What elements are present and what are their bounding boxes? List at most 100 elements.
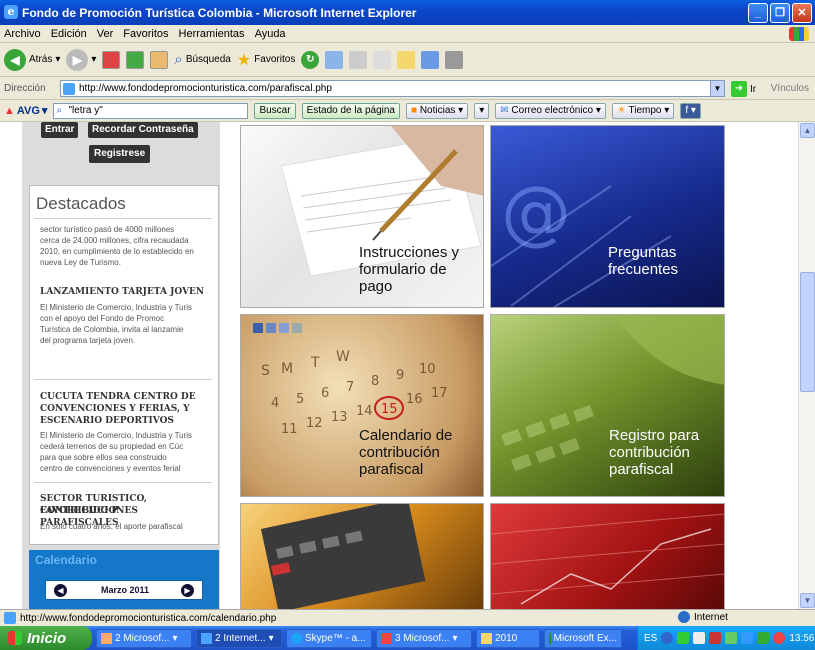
taskbar-item-internet[interactable]: 2 Internet... ▾ — [196, 628, 282, 648]
tile-instrucciones-caption: Instrucciones y formulario de pago — [359, 244, 460, 295]
svg-text:16: 16 — [406, 392, 423, 407]
tile-registro-caption: Registro para contribución parafiscal — [609, 427, 700, 478]
search-button[interactable]: ⌕ Búsqueda — [174, 51, 230, 68]
ie-icon — [201, 632, 212, 644]
noticias-button[interactable]: ■ Noticias ▾ — [405, 102, 469, 119]
rss-icon: ■ — [410, 104, 418, 116]
news-title-link[interactable]: LANZAMIENTO TARJETA JOVEN — [40, 286, 216, 298]
address-input[interactable]: http://www.fondodepromocionturistica.com… — [60, 80, 725, 97]
security-tray-icon[interactable] — [709, 632, 722, 644]
history-icon[interactable]: ↻ — [301, 50, 320, 69]
news-title-link[interactable]: ESCENARIO DEPORTIVOS — [40, 415, 216, 427]
facebook-button[interactable]: f ▾ — [680, 102, 701, 119]
skype-tray-icon[interactable] — [741, 632, 754, 644]
buscar-button[interactable]: Buscar — [254, 102, 296, 119]
news-body-line: El Ministerio de Comercio, Industria y T… — [40, 431, 193, 440]
scroll-up-icon[interactable]: ▲ — [800, 123, 815, 138]
dropdown-icon: ▾ — [41, 105, 48, 117]
mail-icon[interactable] — [325, 50, 344, 69]
messenger-tray-icon[interactable] — [725, 632, 738, 644]
home-icon[interactable] — [150, 50, 169, 69]
registrese-button[interactable]: Registrese — [89, 145, 151, 163]
address-bar: Dirección http://www.fondodepromociontur… — [0, 78, 815, 100]
network-icon[interactable] — [677, 632, 690, 644]
address-dropdown-icon[interactable]: ▼ — [710, 81, 724, 96]
links-button[interactable]: Vínculos — [771, 83, 809, 94]
svg-text:13: 13 — [331, 410, 348, 425]
tile-calendario[interactable]: SM TW 4 5 6 7 8 9 10 11 12 13 14 16 17 15 Calendario… — [240, 314, 484, 497]
svg-text:8: 8 — [371, 374, 379, 389]
messenger-icon[interactable] — [421, 50, 440, 69]
news-body-line: para que sobre ellos sea construido — [40, 453, 167, 462]
left-sidebar: Entrar Recordar Contraseña Registrese De… — [22, 122, 220, 609]
menu-ver[interactable]: Ver — [97, 28, 114, 40]
menu-herramientas[interactable]: Herramientas — [179, 28, 245, 40]
avg-logo[interactable]: ▲ AVG ▾ — [4, 104, 48, 118]
divider — [34, 218, 212, 219]
start-button[interactable]: Inicio — [0, 626, 92, 650]
calendar-widget: Calendario ◀ Marzo 2011 ▶ — [29, 550, 219, 609]
favorites-button[interactable]: ★ Favoritos — [237, 50, 295, 70]
news-title-link[interactable]: CUCUTA TENDRA CENTRO DE — [40, 391, 216, 403]
vertical-scrollbar[interactable]: ▲ ▼ — [798, 122, 815, 609]
research-icon[interactable] — [445, 50, 464, 69]
forward-button[interactable]: ▶ ▾ — [66, 48, 97, 71]
refresh-icon[interactable] — [126, 50, 145, 69]
menu-favoritos[interactable]: Favoritos — [123, 28, 168, 40]
folder-icon[interactable] — [397, 50, 416, 69]
dropdown-icon: ▾ — [55, 54, 61, 65]
tile-preguntas[interactable]: @ Preguntas frecuentes — [490, 125, 725, 308]
intro-line: 2010, en cumplimiento de lo establecido … — [40, 247, 194, 256]
window-titlebar[interactable]: e Fondo de Promoción Turística Colombia … — [0, 0, 815, 25]
menu-ayuda[interactable]: Ayuda — [255, 28, 286, 40]
tile-calculadora[interactable] — [240, 503, 484, 609]
dropdown-icon: ▾ — [91, 54, 97, 65]
taskbar-item-word[interactable]: 2 Microsof... ▾ — [96, 628, 192, 648]
skype-icon — [291, 632, 302, 644]
correo-button[interactable]: ✉ Correo electrónico ▾ — [495, 102, 606, 119]
maximize-button[interactable]: ❐ — [770, 3, 790, 23]
scroll-thumb[interactable] — [800, 272, 815, 392]
menu-archivo[interactable]: Archivo — [4, 28, 41, 40]
close-button[interactable]: ✕ — [792, 3, 812, 23]
estado-pagina-button[interactable]: Estado de la página — [301, 102, 400, 119]
recordar-contrasena-button[interactable]: Recordar Contraseña — [88, 122, 198, 138]
go-button[interactable]: ➜ Ir — [731, 81, 756, 97]
back-tray-icon[interactable] — [661, 632, 674, 644]
news-title-link[interactable]: CONVENCIONES Y FERIAS, Y — [40, 403, 216, 415]
news-body-line: El Ministerio de Comercio, Industria y T… — [40, 303, 193, 312]
scroll-down-icon[interactable]: ▼ — [800, 593, 815, 608]
status-url: http://www.fondodepromocionturistica.com… — [20, 612, 277, 624]
destacados-panel: Destacados sector turístico pasó de 4000… — [29, 185, 219, 545]
excel-icon — [549, 632, 551, 644]
edit-icon[interactable] — [373, 50, 392, 69]
minimize-button[interactable]: _ — [748, 3, 768, 23]
search-icon: ⌕ — [56, 104, 63, 116]
taskbar-item-skype[interactable]: Skype™ - a... — [286, 628, 372, 648]
next-month-icon[interactable]: ▶ — [181, 584, 194, 597]
svg-text:17: 17 — [431, 386, 448, 401]
print-icon[interactable] — [349, 50, 368, 69]
taskbar-item-folder[interactable]: 2010 — [476, 628, 540, 648]
taskbar-item-office[interactable]: 3 Microsof... ▾ — [376, 628, 472, 648]
avg-tray-icon[interactable] — [757, 632, 770, 644]
tile-registro[interactable]: Registro para contribución parafiscal — [490, 314, 725, 497]
tile-grafico[interactable] — [490, 503, 725, 609]
stop-icon[interactable] — [102, 50, 121, 69]
office-icon — [381, 632, 392, 644]
menu-edicion[interactable]: Edición — [51, 28, 87, 40]
language-indicator[interactable]: ES — [644, 633, 657, 644]
tile-instrucciones[interactable]: Instrucciones y formulario de pago — [240, 125, 484, 308]
mail-tray-icon[interactable] — [693, 632, 706, 644]
tiempo-button[interactable]: ☀ Tiempo ▾ — [611, 102, 675, 119]
clock[interactable]: 13:56 — [789, 633, 814, 644]
svg-text:T: T — [310, 355, 320, 371]
windows-flag-icon — [789, 27, 809, 41]
back-button[interactable]: ◀ Atrás ▾ — [4, 48, 61, 71]
avg-search-input[interactable]: ⌕ "letra y" — [53, 102, 249, 119]
extras-button[interactable]: ▾ — [474, 102, 490, 119]
entrar-button[interactable]: Entrar — [41, 122, 79, 138]
alert-tray-icon[interactable] — [773, 632, 786, 644]
taskbar-item-excel[interactable]: Microsoft Ex... — [544, 628, 622, 648]
magnifier-icon: ⌕ — [174, 51, 183, 68]
